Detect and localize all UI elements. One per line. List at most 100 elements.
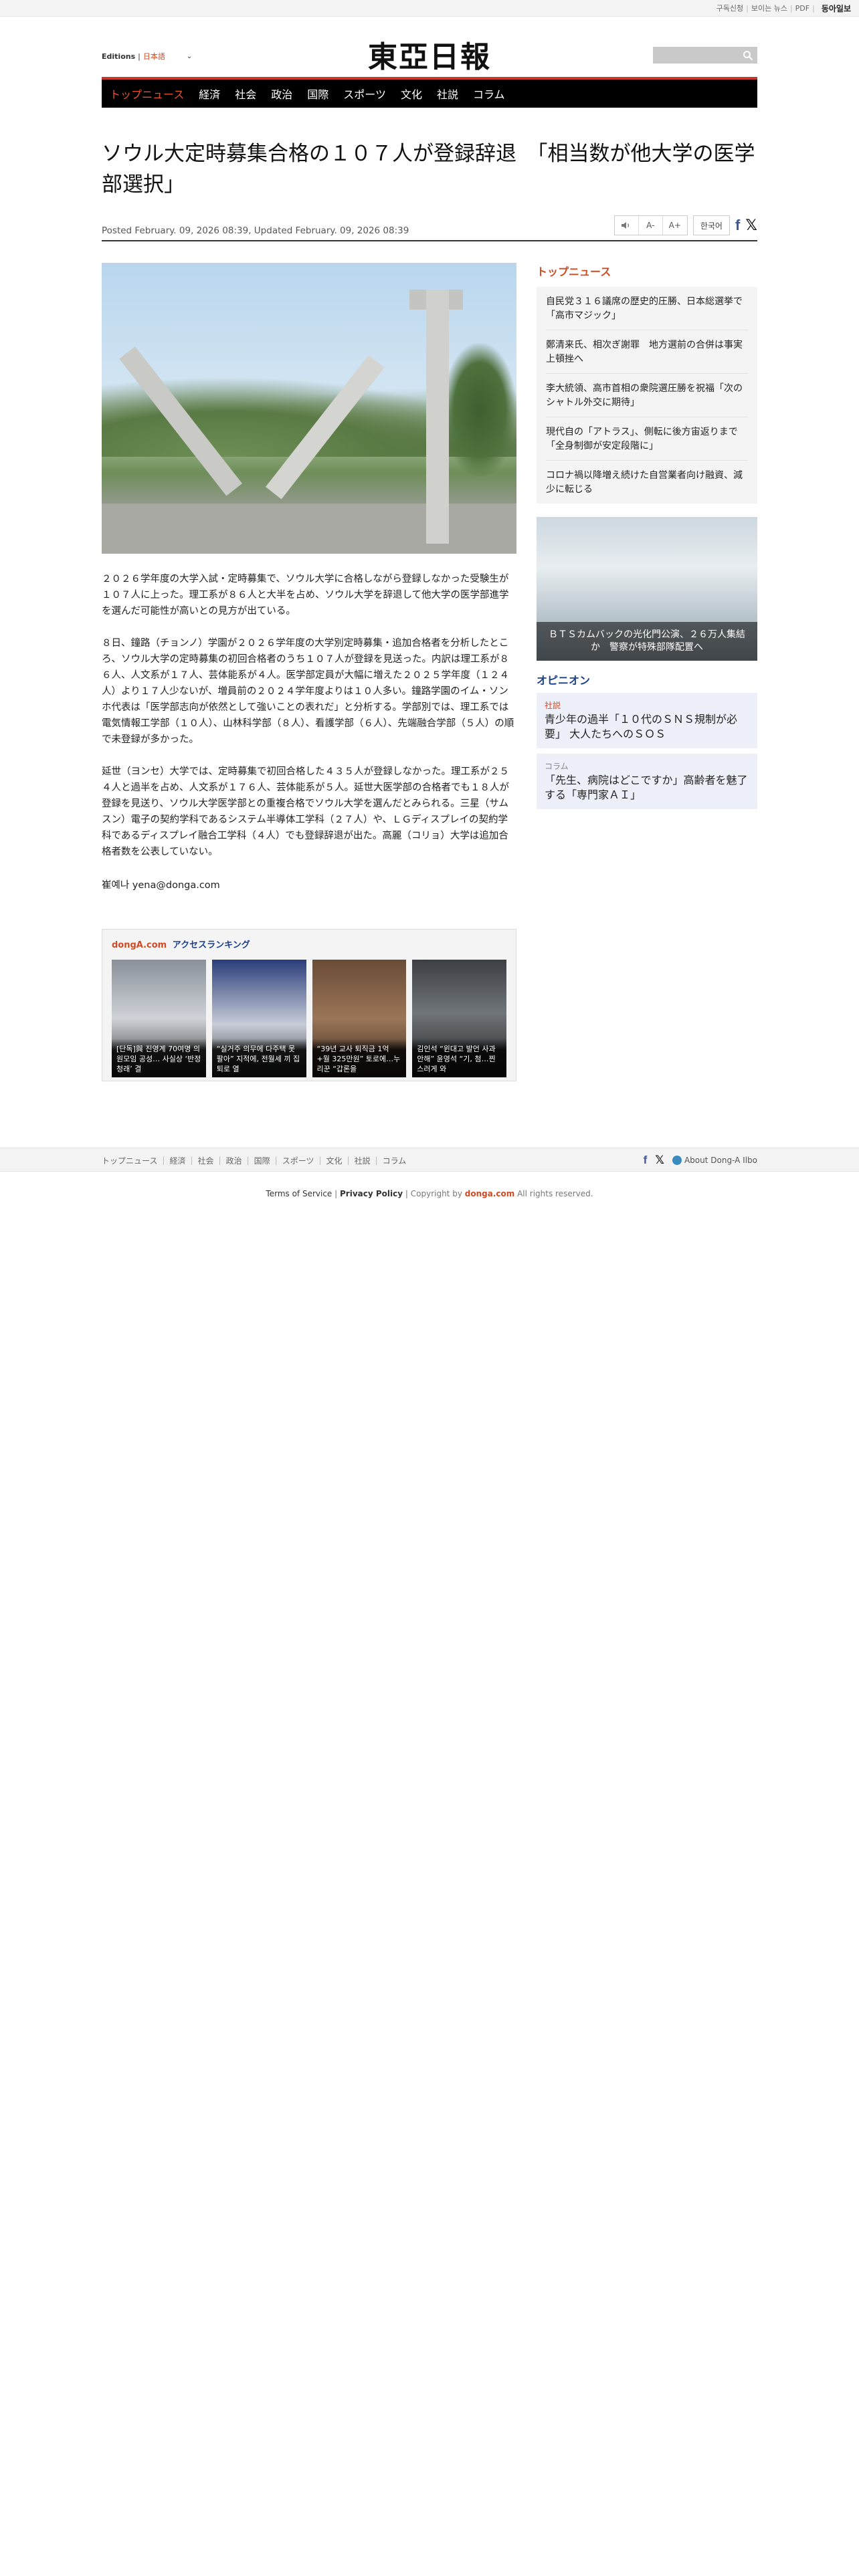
footer-social: f 𝕏 About Dong-A Ilbo bbox=[644, 1154, 757, 1167]
opinion-tag: コラム bbox=[545, 762, 569, 771]
sidebar: トップニュース 自民党３１６議席の歴史的圧勝、日本総選挙で「高市マジック」 鄭清… bbox=[537, 263, 757, 1081]
photo-tree bbox=[443, 343, 516, 477]
search-icon[interactable] bbox=[743, 50, 753, 61]
article-photo bbox=[102, 263, 516, 554]
facebook-icon[interactable]: f bbox=[735, 217, 740, 234]
nav-item-international[interactable]: 国際 bbox=[300, 86, 336, 102]
footer-link[interactable]: 社説 bbox=[355, 1155, 371, 1166]
opinion-text: 青少年の過半「１０代のＳＮＳ規制が必要」 大人たちへのＳＯＳ bbox=[545, 713, 738, 740]
ranking-card[interactable]: “실거주 의무에 다주택 못팔아” 지적에, 전월세 끼 집 퇴로 열 bbox=[211, 960, 306, 1077]
util-link-visible-news[interactable]: 보이는 뉴스 bbox=[751, 3, 787, 13]
x-icon[interactable]: 𝕏 bbox=[745, 217, 757, 234]
util-separator: | bbox=[812, 3, 815, 13]
util-link-subscribe[interactable]: 구독신청 bbox=[717, 3, 743, 13]
nav-item-top-news[interactable]: トップニュース bbox=[110, 86, 191, 102]
korean-version-button[interactable]: 한국어 bbox=[692, 215, 730, 235]
copyright-prefix: Copyright by bbox=[410, 1189, 462, 1198]
nav-item-editorial[interactable]: 社説 bbox=[430, 86, 466, 102]
x-icon[interactable]: 𝕏 bbox=[655, 1154, 664, 1167]
top-news-title: トップニュース bbox=[537, 265, 611, 278]
search-input[interactable] bbox=[653, 47, 757, 64]
editions-selector[interactable]: Editions | 日本語 ⌄ bbox=[102, 51, 192, 62]
copyright-bar: Terms of Service | Privacy Policy | Copy… bbox=[0, 1189, 859, 1198]
top-news-item[interactable]: コロナ禍以降増え続けた自営業者向け融資、減少に転じる bbox=[546, 461, 748, 504]
footer-nav: トップニュース | 経済 | 社会 | 政治 | 国際 | スポーツ | 文化 | 社説 | コ… bbox=[0, 1148, 859, 1172]
text-tools: A- A+ bbox=[613, 215, 688, 235]
footer-separator: | bbox=[190, 1156, 193, 1165]
font-increase-button[interactable]: A+ bbox=[663, 216, 687, 235]
promo-caption: ＢＴＳカムバックの光化門公演、２６万人集結か 警察が特殊部隊配置へ bbox=[537, 622, 757, 661]
footer-link[interactable]: 政治 bbox=[226, 1155, 242, 1166]
util-separator: | bbox=[746, 3, 749, 13]
posted-date: Posted February. 09, 2026 08:39, bbox=[102, 225, 252, 236]
nav-item-culture[interactable]: 文化 bbox=[393, 86, 430, 102]
top-news-item[interactable]: 自民党３１６議席の歴史的圧勝、日本総選挙で「高市マジック」 bbox=[546, 287, 748, 330]
font-decrease-button[interactable]: A- bbox=[639, 216, 663, 235]
article-text: ２０２６学年度の大学入試・定時募集で、ソウル大学に合格しながら登録しなかった受験… bbox=[102, 571, 516, 860]
opinion-text: 「先生、病院はどこですか」高齢者を魅了する「専門家ＡＩ」 bbox=[545, 774, 748, 801]
article-paragraph: ８日、鐘路（チョンノ）学園が２０２６学年度の大学別定時募集・追加合格者を分析した… bbox=[102, 638, 514, 745]
top-news-item[interactable]: 李大統領、高市首相の衆院選圧勝を祝福「次のシャトル外交に期待」 bbox=[546, 374, 748, 417]
nav-item-sports[interactable]: スポーツ bbox=[336, 86, 393, 102]
ranking-card[interactable]: [단독]與 진영계 70여명 의원모임 공성… 사실상 ‘반정청래’ 결 bbox=[112, 960, 206, 1077]
nav-item-politics[interactable]: 政治 bbox=[264, 86, 300, 102]
ranking-card-title: “실거주 의무에 다주택 못팔아” 지적에, 전월세 끼 집 퇴로 열 bbox=[211, 1039, 306, 1077]
footer-link[interactable]: スポーツ bbox=[282, 1155, 314, 1166]
top-news-list: 自民党３１６議席の歴史的圧勝、日本総選挙で「高市マジック」 鄭清来氏、相次ぎ謝罪… bbox=[537, 287, 757, 504]
footer-link[interactable]: トップニュース bbox=[102, 1155, 157, 1166]
article-byline: 崔예나 yena@donga.com bbox=[102, 880, 220, 891]
about-link[interactable]: About Dong-A Ilbo bbox=[672, 1156, 757, 1166]
site-header: Editions | 日本語 ⌄ 東亞日報 bbox=[102, 17, 757, 77]
facebook-icon[interactable]: f bbox=[644, 1154, 648, 1167]
donga-korean-logo[interactable]: 동아일보 bbox=[822, 3, 851, 14]
opinion-item[interactable]: コラム 「先生、病院はどこですか」高齢者を魅了する「専門家ＡＩ」 bbox=[537, 754, 757, 809]
footer-link[interactable]: 社会 bbox=[198, 1155, 214, 1166]
nav-item-column[interactable]: コラム bbox=[466, 86, 512, 102]
promo-card[interactable]: ＢＴＳカムバックの光化門公演、２６万人集結か 警察が特殊部隊配置へ bbox=[537, 517, 757, 661]
ranking-card[interactable]: 김인석 “윈대고 발언 사과 안해” 윤영석 “기, 첨…찐스러게 와 bbox=[412, 960, 506, 1077]
article-tools: A- A+ 한국어 f 𝕏 bbox=[613, 215, 757, 235]
top-news-item[interactable]: 鄭清来氏、相次ぎ謝罪 地方選前の合併は事実上頓挫へ bbox=[546, 330, 748, 374]
article-headline: ソウル大定時募集合格の１０７人が登録辞退 「相当数が他大学の医学部選択」 bbox=[102, 142, 755, 197]
footer-link[interactable]: コラム bbox=[383, 1155, 407, 1166]
privacy-link[interactable]: Privacy Policy bbox=[340, 1189, 403, 1198]
opinion-tag: 社説 bbox=[545, 701, 561, 710]
photo-pillar bbox=[426, 290, 449, 544]
article-body: ２０２６学年度の大学入試・定時募集で、ソウル大学に合格しながら登録しなかった受験… bbox=[102, 263, 516, 1081]
chevron-down-icon: ⌄ bbox=[186, 52, 193, 60]
article-dates: Posted February. 09, 2026 08:39, Updated… bbox=[102, 225, 409, 236]
nav-item-economy[interactable]: 経済 bbox=[191, 86, 227, 102]
main-nav: トップニュース 経済 社会 政治 国際 スポーツ 文化 社説 コラム bbox=[102, 77, 757, 108]
opinion-title: オピニオン bbox=[537, 674, 591, 687]
ranking-card[interactable]: “39년 교사 퇴직금 1억+월 325만원” 토로에…누리꾼 “갑론을 bbox=[312, 960, 407, 1077]
util-link-pdf[interactable]: PDF bbox=[795, 4, 809, 13]
site-logo[interactable]: 東亞日報 bbox=[368, 33, 491, 76]
article-paragraph: ２０２６学年度の大学入試・定時募集で、ソウル大学に合格しながら登録しなかった受験… bbox=[102, 574, 509, 617]
ranking-card-title: “39년 교사 퇴직금 1억+월 325만원” 토로에…누리꾼 “갑론을 bbox=[312, 1039, 407, 1077]
opinion-item[interactable]: 社説 青少年の過半「１０代のＳＮＳ規制が必要」 大人たちへのＳＯＳ bbox=[537, 693, 757, 748]
copyright-separator: | bbox=[405, 1189, 411, 1198]
footer-separator: | bbox=[347, 1156, 350, 1165]
updated-date: Updated February. 09, 2026 08:39 bbox=[254, 225, 409, 236]
footer-link[interactable]: 文化 bbox=[326, 1155, 343, 1166]
footer-link[interactable]: 国際 bbox=[254, 1155, 270, 1166]
footer-separator: | bbox=[162, 1156, 165, 1165]
copyright-brand[interactable]: donga.com bbox=[465, 1189, 514, 1198]
footer-link[interactable]: 経済 bbox=[169, 1155, 185, 1166]
speaker-icon[interactable] bbox=[615, 216, 639, 235]
editions-label: Editions bbox=[102, 51, 136, 61]
copyright-separator: | bbox=[335, 1189, 340, 1198]
access-ranking: dongA.com アクセスランキング [단독]與 진영계 70여명 의원모임 … bbox=[102, 929, 516, 1081]
copyright-suffix: All rights reserved. bbox=[517, 1189, 593, 1198]
footer-links: トップニュース | 経済 | 社会 | 政治 | 国際 | スポーツ | 文化 | 社説 | コ… bbox=[102, 1155, 406, 1166]
utility-bar: 구독신청 | 보이는 뉴스 | PDF | 동아일보 bbox=[0, 0, 859, 17]
footer-separator: | bbox=[375, 1156, 378, 1165]
dongacom-logo: dongA.com bbox=[112, 940, 167, 950]
footer-separator: | bbox=[274, 1156, 278, 1165]
footer-separator: | bbox=[218, 1156, 221, 1165]
terms-link[interactable]: Terms of Service bbox=[266, 1189, 332, 1198]
ranking-card-title: 김인석 “윈대고 발언 사과 안해” 윤영석 “기, 첨…찐스러게 와 bbox=[412, 1039, 506, 1077]
nav-item-society[interactable]: 社会 bbox=[227, 86, 264, 102]
top-news-item[interactable]: 現代自の「アトラス」、側転に後方宙返りまで 「全身制御が安定段階に」 bbox=[546, 417, 748, 461]
globe-icon bbox=[672, 1156, 682, 1166]
